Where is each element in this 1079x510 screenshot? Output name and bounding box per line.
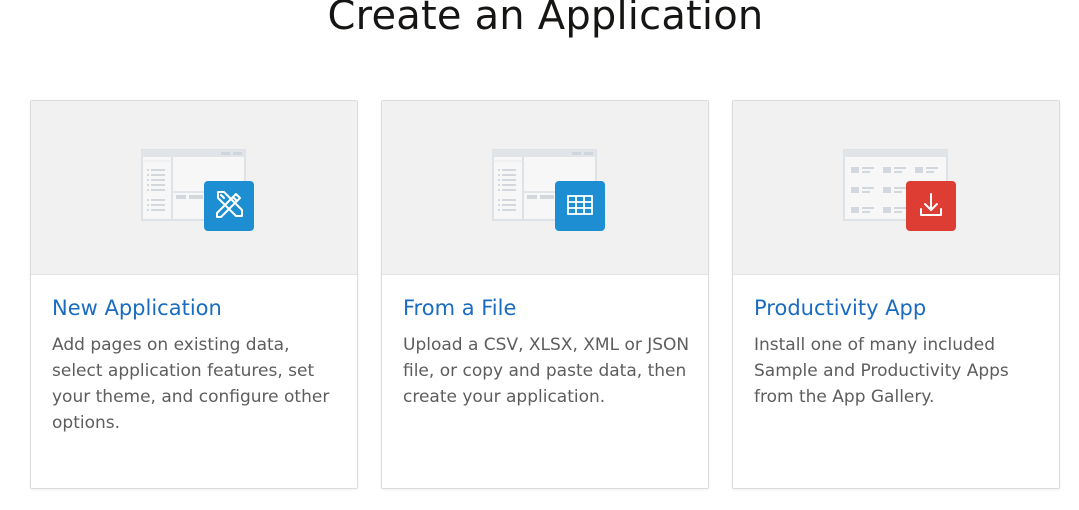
file-import-illustration xyxy=(492,149,605,231)
card-description: Install one of many included Sample and … xyxy=(754,335,1009,407)
card-title[interactable]: Productivity App xyxy=(754,294,926,322)
productivity-app-card[interactable]: Productivity App Install one of many inc… xyxy=(732,100,1060,489)
card-title[interactable]: New Application xyxy=(52,294,222,322)
page-title: Create an Application xyxy=(327,0,764,39)
new-application-card[interactable]: New Application Add pages on existing da… xyxy=(30,100,358,489)
card-title[interactable]: From a File xyxy=(403,294,516,322)
from-a-file-card[interactable]: From a File Upload a CSV, XLSX, XML or J… xyxy=(381,100,709,489)
card-illustration xyxy=(31,101,357,275)
card-description: Upload a CSV, XLSX, XML or JSON file, or… xyxy=(403,335,690,407)
app-builder-illustration xyxy=(141,149,254,231)
card-description: Add pages on existing data, select appli… xyxy=(52,335,330,433)
card-illustration xyxy=(733,101,1059,275)
card-illustration xyxy=(382,101,708,275)
app-gallery-illustration xyxy=(843,149,956,231)
